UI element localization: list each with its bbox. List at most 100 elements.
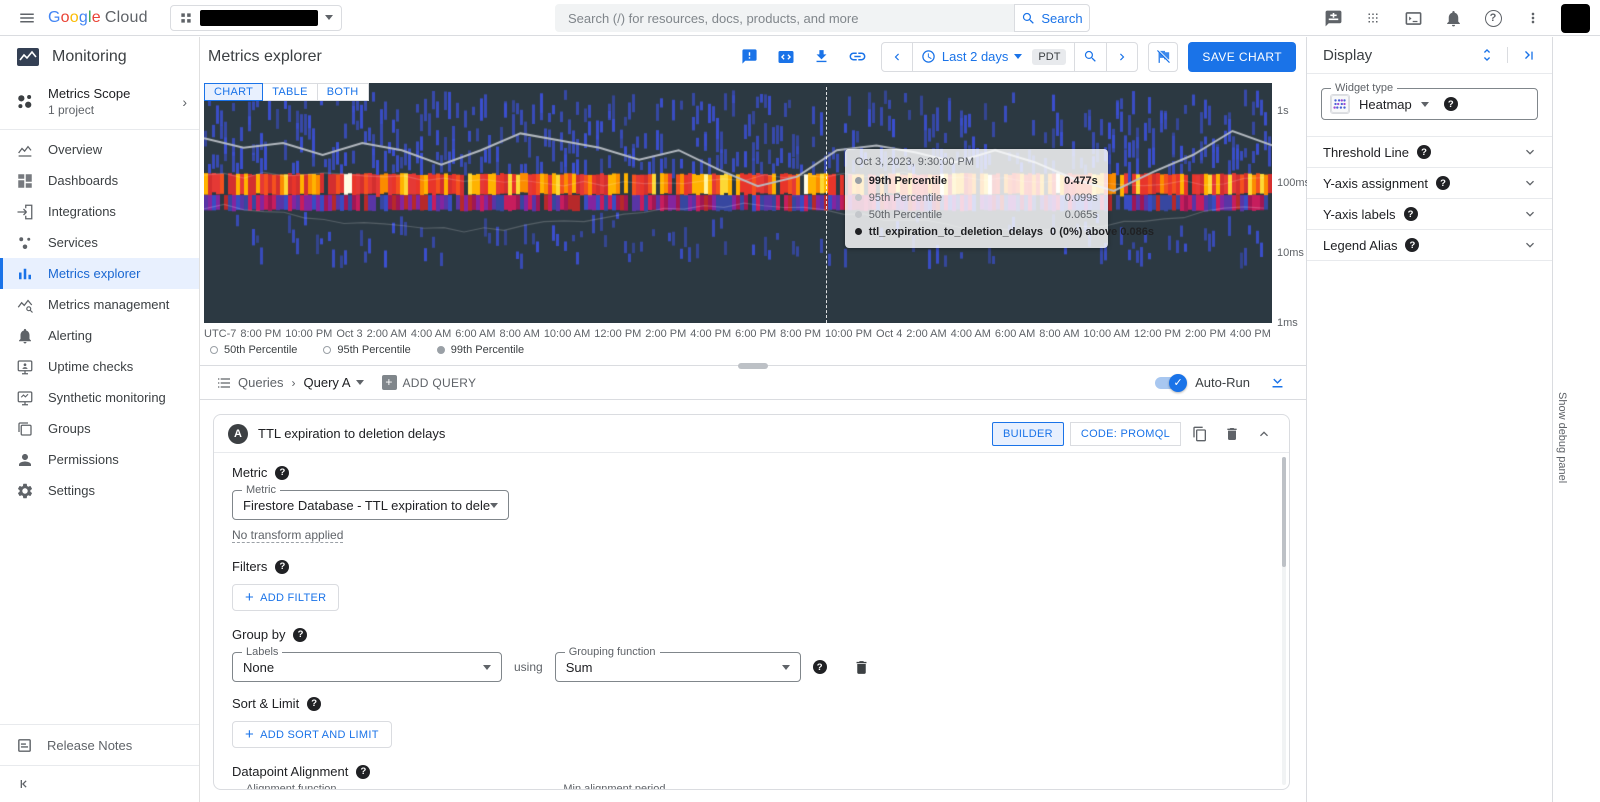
add-query-button[interactable]: + ADD QUERY [382,375,477,390]
sidebar-item-metrics-explorer[interactable]: Metrics explorer [0,258,199,289]
help-icon[interactable]: ? [275,560,289,574]
duplicate-query-icon[interactable] [1187,421,1213,447]
display-section-y-axis-labels[interactable]: Y-axis labels? [1307,199,1552,230]
y-tick: 100ms [1277,177,1310,189]
auto-run-toggle[interactable]: ✓ [1155,377,1185,389]
widget-type-select[interactable]: Widget type Heatmap ? [1321,88,1538,120]
chart-tab-both[interactable]: BOTH [318,83,369,101]
show-debug-panel-tab[interactable]: Show debug panel [1556,392,1568,483]
group-by-labels-select[interactable]: Labels None [232,652,502,682]
sidebar-item-dashboards[interactable]: Dashboards [0,165,199,196]
help-icon[interactable]: ? [307,697,321,711]
sidebar-item-metrics-management[interactable]: Metrics management [0,289,199,320]
help-icon[interactable]: ? [813,660,827,674]
display-section-threshold-line[interactable]: Threshold Line? [1307,137,1552,168]
project-selector[interactable] [170,5,342,31]
x-tick: Oct 4 [876,328,902,340]
help-icon[interactable]: ? [1444,97,1458,111]
menu-icon[interactable] [10,3,44,33]
help-icon[interactable]: ? [1481,6,1505,30]
add-sort-limit-button[interactable]: +ADD SORT AND LIMIT [232,721,392,748]
time-forward-button[interactable] [1106,43,1137,71]
sidebar-item-integrations[interactable]: Integrations [0,196,199,227]
timezone-badge[interactable]: PDT [1032,49,1066,65]
query-scrollbar-thumb[interactable] [1282,457,1286,567]
sidebar-item-overview[interactable]: Overview [0,134,199,165]
code-promql-tab[interactable]: CODE: PROMQL [1070,422,1181,446]
chart-tab-table[interactable]: TABLE [263,83,318,101]
time-range-selector[interactable]: Last 2 days PDT [912,43,1075,71]
labels-field-label: Labels [242,646,282,658]
collapse-query-icon[interactable] [1251,421,1277,447]
search-input[interactable]: Search (/) for resources, docs, products… [555,4,1014,32]
heatmap-canvas[interactable] [204,83,1272,323]
tooltip-row: 95th Percentile0.099s [855,189,1098,206]
avatar[interactable] [1561,4,1590,33]
collapse-panel-icon [16,776,32,792]
sidebar-item-services[interactable]: Services [0,227,199,258]
alignment-function-select[interactable]: Alignment function Delta [232,789,502,790]
chart-feedback-icon[interactable] [737,44,763,70]
display-panel-title: Display [1323,47,1372,64]
sidebar-item-alerting[interactable]: Alerting [0,320,199,351]
display-section-legend-alias[interactable]: Legend Alias? [1307,230,1552,261]
save-chart-button[interactable]: SAVE CHART [1188,42,1296,72]
sidebar-item-groups[interactable]: Groups [0,413,199,444]
query-selector[interactable]: Query A [304,375,364,390]
logo-letter: g [79,9,88,26]
help-icon[interactable]: ? [275,466,289,480]
resize-drag-handle[interactable] [738,363,768,369]
help-icon[interactable]: ? [293,628,307,642]
toggle-legend-icon[interactable] [1148,42,1178,72]
add-filter-button[interactable]: +ADD FILTER [232,584,339,611]
embed-code-icon[interactable] [773,44,799,70]
product-name: Monitoring [52,48,127,66]
more-vert-icon[interactable] [1521,6,1545,30]
top-app-bar: Google Cloud Search (/) for resources, d… [0,0,1600,36]
legend-item[interactable]: 50th Percentile [210,344,297,356]
time-back-button[interactable] [882,43,912,71]
min-alignment-period-input[interactable]: Min alignment period 1m ? [549,789,819,790]
sidebar-item-settings[interactable]: Settings [0,475,199,506]
time-zoom-button[interactable] [1074,43,1106,71]
feedback-icon[interactable] [1321,6,1345,30]
legend-item[interactable]: 99th Percentile [437,344,524,356]
expand-collapse-all-icon[interactable] [1475,43,1499,67]
datapoint-section-title: Datapoint Alignment [232,764,348,779]
builder-tab[interactable]: BUILDER [992,422,1064,446]
sidebar-item-synthetic-monitoring[interactable]: Synthetic monitoring [0,382,199,413]
sidebar-item-label: Integrations [48,204,116,219]
logo-letter: o [61,9,70,26]
metrics-scope-selector[interactable]: Metrics Scope 1 project › [0,76,199,129]
help-icon[interactable]: ? [1404,207,1418,221]
remove-group-by-icon[interactable] [849,654,875,680]
chart-tab-chart[interactable]: CHART [204,83,263,101]
collapse-sidebar-button[interactable] [0,766,199,802]
notifications-icon[interactable] [1441,6,1465,30]
apps-grid-icon[interactable] [1361,6,1385,30]
display-section-y-axis-assignment[interactable]: Y-axis assignment? [1307,168,1552,199]
help-icon[interactable]: ? [356,765,370,779]
close-display-panel-icon[interactable] [1516,43,1540,67]
cloud-shell-icon[interactable] [1401,6,1425,30]
collapse-all-queries-icon[interactable] [1264,370,1290,396]
legend-item[interactable]: 95th Percentile [323,344,410,356]
sidebar-item-label: Dashboards [48,173,118,188]
search-button[interactable]: Search [1014,4,1090,32]
help-icon[interactable]: ? [1405,238,1419,252]
download-icon[interactable] [809,44,835,70]
sidebar-item-label: Metrics explorer [48,266,140,281]
sidebar-item-permissions[interactable]: Permissions [0,444,199,475]
chart-tooltip: Oct 3, 2023, 9:30:00 PM 99th Percentile0… [845,149,1108,248]
sidebar-item-uptime-checks[interactable]: Uptime checks [0,351,199,382]
delete-query-icon[interactable] [1219,421,1245,447]
help-icon[interactable]: ? [1436,176,1450,190]
no-transform-note[interactable]: No transform applied [232,528,343,543]
link-icon[interactable] [845,44,871,70]
help-icon[interactable]: ? [1417,145,1431,159]
queries-menu[interactable]: Queries [216,375,284,391]
metric-select[interactable]: Metric Firestore Database - TTL expirati… [232,490,509,520]
grouping-function-select[interactable]: Grouping function Sum [555,652,801,682]
release-notes-link[interactable]: Release Notes [0,725,199,765]
chevron-down-icon [325,15,333,20]
